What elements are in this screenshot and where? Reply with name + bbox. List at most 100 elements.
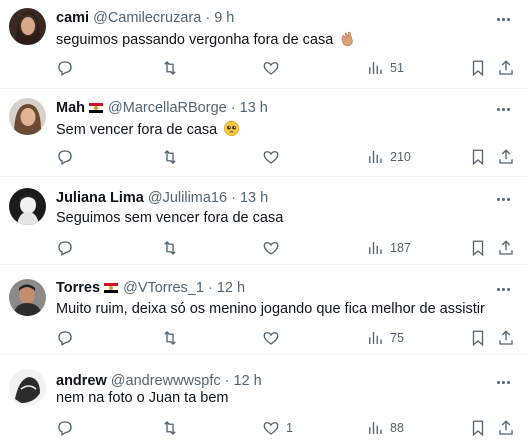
views-button[interactable]: 210	[366, 146, 411, 168]
bookmark-button[interactable]	[469, 57, 487, 79]
tweet-text: nem na foto o Juan ta bem	[56, 389, 229, 408]
reply-button[interactable]	[56, 57, 80, 79]
analytics-icon	[369, 422, 382, 434]
separator-dot: ·	[230, 100, 236, 116]
more-options-icon[interactable]	[493, 373, 513, 391]
timestamp[interactable]: 9 h	[214, 10, 234, 26]
author-handle[interactable]: @Camilecruzara	[93, 10, 201, 26]
separator-dot: ·	[207, 280, 213, 296]
bookmark-button[interactable]	[469, 327, 487, 349]
timestamp[interactable]: 12 h	[234, 373, 262, 389]
separator-dot: ·	[231, 190, 236, 206]
share-button[interactable]	[497, 146, 515, 168]
like-button[interactable]	[262, 57, 286, 79]
tweet-text: Seguimos sem vencer fora de casa	[56, 209, 283, 228]
retweet-icon	[164, 150, 176, 164]
analytics-icon	[369, 62, 382, 74]
reply-icon	[58, 421, 72, 436]
reply-icon	[58, 331, 72, 346]
tweet[interactable]: cami @Camilecruzara · 9 h seguimos passa…	[0, 0, 527, 89]
tweet[interactable]: Mah @MarcellaRBorge · 13 h Sem vencer fo…	[0, 89, 527, 177]
author-handle[interactable]: @Julilima16	[148, 190, 227, 206]
bookmark-icon	[472, 420, 484, 437]
share-button[interactable]	[497, 417, 515, 439]
author-name[interactable]: Juliana Lima	[56, 190, 144, 206]
tweet-text: Muito ruim, deixa só os menino jogando q…	[56, 300, 485, 319]
tweet-text-content: Sem vencer fora de casa	[56, 122, 218, 138]
timestamp[interactable]: 12 h	[217, 280, 245, 296]
view-count: 187	[390, 241, 411, 255]
tweet-text: seguimos passando vergonha fora de casa	[56, 30, 356, 50]
reply-button[interactable]	[56, 237, 80, 259]
retweet-button[interactable]	[161, 146, 185, 168]
bookmark-button[interactable]	[469, 237, 487, 259]
author-name[interactable]: andrew	[56, 373, 107, 389]
author-handle[interactable]: @andrewwwspfc	[111, 373, 221, 389]
share-button[interactable]	[497, 237, 515, 259]
avatar[interactable]	[9, 98, 46, 135]
views-button[interactable]: 75	[366, 327, 404, 349]
author-name[interactable]: Torres	[56, 280, 100, 296]
like-button[interactable]	[262, 327, 286, 349]
heart-icon	[263, 422, 279, 435]
retweet-icon	[164, 331, 176, 345]
reply-button[interactable]	[56, 327, 80, 349]
reply-icon	[58, 150, 72, 165]
timestamp[interactable]: 13 h	[240, 100, 268, 116]
bookmark-button[interactable]	[469, 417, 487, 439]
author-name[interactable]: Mah	[56, 100, 85, 116]
share-button[interactable]	[497, 57, 515, 79]
tweet-text: Sem vencer fora de casa	[56, 120, 240, 140]
heart-icon	[263, 242, 279, 255]
retweet-button[interactable]	[161, 327, 185, 349]
bookmark-button[interactable]	[469, 146, 487, 168]
share-icon	[499, 240, 513, 255]
reply-button[interactable]	[56, 146, 80, 168]
reply-icon	[58, 61, 72, 76]
tweet[interactable]: andrew @andrewwwspfc · 12 h nem na foto …	[0, 355, 527, 442]
views-button[interactable]: 187	[366, 237, 411, 259]
view-count: 75	[390, 331, 404, 345]
heart-icon	[263, 62, 279, 75]
bookmark-icon	[472, 149, 484, 166]
views-button[interactable]: 88	[366, 417, 404, 439]
tweet-text-content: Muito ruim, deixa só os menino jogando q…	[56, 301, 485, 317]
separator-dot: ·	[224, 373, 230, 389]
timestamp[interactable]: 13 h	[240, 190, 268, 206]
analytics-icon	[369, 151, 382, 163]
avatar[interactable]	[9, 369, 46, 406]
tweet-text-content: Seguimos sem vencer fora de casa	[56, 210, 284, 226]
reply-button[interactable]	[56, 417, 80, 439]
author-name[interactable]: cami	[56, 10, 89, 26]
author-handle[interactable]: @VTorres_1	[123, 280, 204, 296]
retweet-button[interactable]	[161, 237, 185, 259]
retweet-button[interactable]	[161, 417, 185, 439]
avatar[interactable]	[9, 188, 46, 225]
view-count: 210	[390, 150, 411, 164]
tweet[interactable]: Torres @VTorres_1 · 12 h Muito ruim, dei…	[0, 265, 527, 355]
views-button[interactable]: 51	[366, 57, 404, 79]
retweet-button[interactable]	[161, 57, 185, 79]
author-handle[interactable]: @MarcellaRBorge	[108, 100, 227, 116]
share-button[interactable]	[497, 327, 515, 349]
more-options-icon[interactable]	[493, 280, 513, 298]
pleading-face-icon	[224, 120, 240, 137]
tweet-text-content: nem na foto o Juan ta bem	[56, 390, 229, 406]
more-options-icon[interactable]	[493, 190, 513, 208]
like-button[interactable]	[262, 146, 286, 168]
tweet-text-content: seguimos passando vergonha fora de casa	[56, 32, 334, 48]
avatar[interactable]	[9, 279, 46, 316]
like-button[interactable]: 1	[262, 417, 293, 439]
bookmark-icon	[472, 60, 484, 77]
heart-icon	[263, 332, 279, 345]
share-icon	[499, 420, 513, 435]
view-count: 88	[390, 421, 404, 435]
analytics-icon	[369, 242, 382, 254]
avatar[interactable]	[9, 8, 46, 45]
more-options-icon[interactable]	[493, 10, 513, 28]
like-button[interactable]	[262, 237, 286, 259]
tweet[interactable]: Juliana Lima @Julilima16 · 13 h Seguimos…	[0, 177, 527, 265]
share-icon	[499, 149, 513, 164]
egypt-flag-icon	[104, 283, 119, 293]
more-options-icon[interactable]	[493, 100, 513, 118]
